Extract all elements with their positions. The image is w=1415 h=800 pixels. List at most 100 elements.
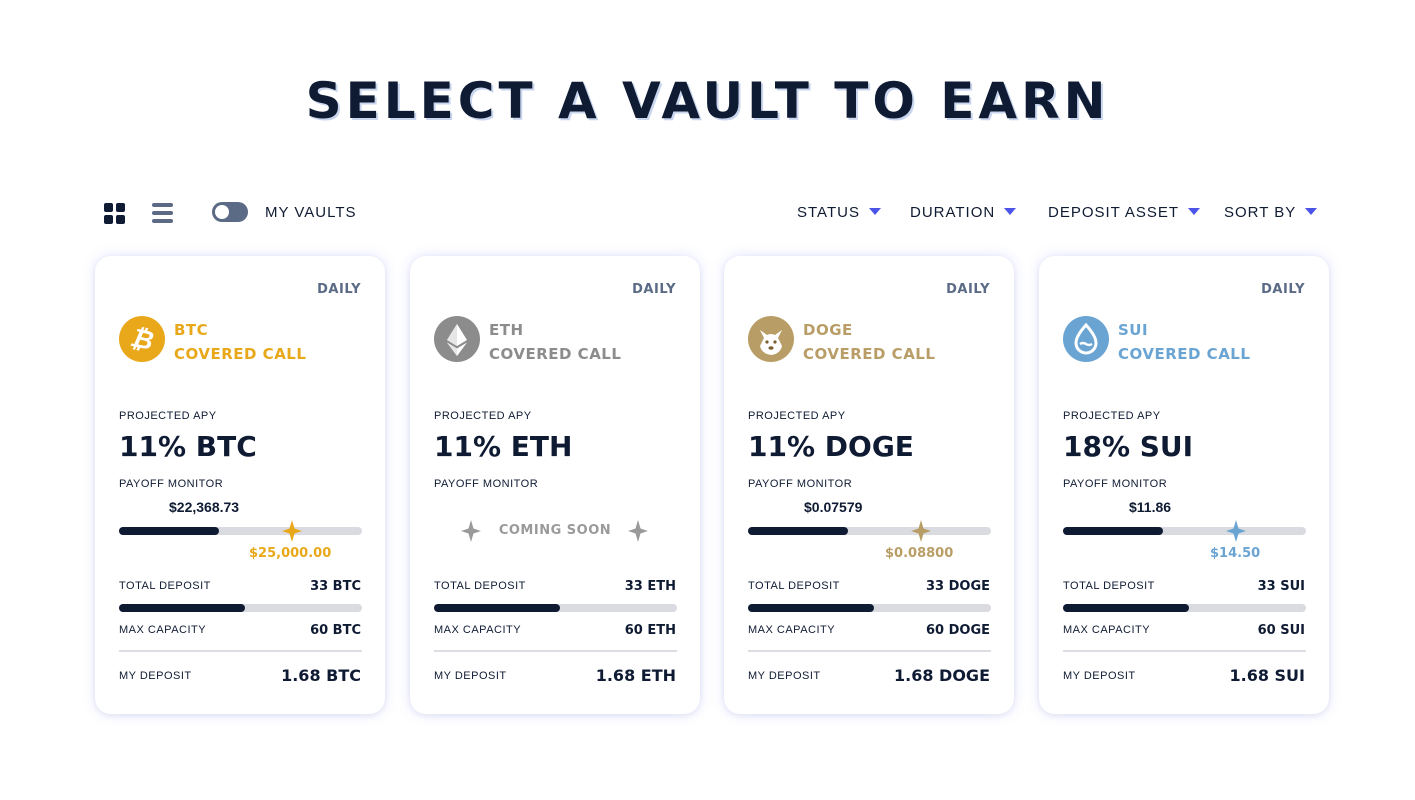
deposit-asset-filter-dropdown[interactable]: DEPOSIT ASSET bbox=[1048, 204, 1201, 221]
status-filter-dropdown[interactable]: STATUS bbox=[797, 204, 881, 221]
duration-badge: DAILY bbox=[317, 282, 361, 297]
my-deposit-value: 1.68 SUI bbox=[1229, 666, 1305, 685]
duration-filter-dropdown[interactable]: DURATION bbox=[910, 204, 1017, 221]
max-capacity-label: MAX CAPACITY bbox=[434, 624, 522, 636]
payoff-bar-fill bbox=[119, 527, 219, 535]
vault-strategy: COVERED CALL bbox=[489, 345, 622, 363]
vault-card-btc[interactable]: DAILY ₿ BTC COVERED CALL PROJECTED APY 1… bbox=[95, 256, 385, 714]
page-title: SELECT A VAULT TO EARN bbox=[305, 72, 1110, 130]
total-deposit-label: TOTAL DEPOSIT bbox=[748, 580, 840, 592]
payoff-monitor-label: PAYOFF MONITOR bbox=[748, 478, 853, 490]
chevron-down-icon bbox=[1305, 208, 1318, 215]
vault-asset: SUI bbox=[1118, 321, 1149, 339]
my-deposit-value: 1.68 BTC bbox=[281, 666, 361, 685]
vault-name: BTC COVERED CALL bbox=[174, 318, 306, 366]
projected-apy-label: PROJECTED APY bbox=[748, 410, 846, 422]
divider bbox=[434, 650, 677, 652]
sparkle-icon bbox=[628, 520, 648, 542]
duration-badge: DAILY bbox=[632, 282, 676, 297]
payoff-monitor-label: PAYOFF MONITOR bbox=[434, 478, 539, 490]
chevron-down-icon bbox=[868, 208, 881, 215]
max-capacity-value: 60 SUI bbox=[1257, 623, 1305, 638]
divider bbox=[748, 650, 991, 652]
duration-badge: DAILY bbox=[1261, 282, 1305, 297]
coming-soon-label: COMING SOON bbox=[498, 523, 612, 538]
vault-strategy: COVERED CALL bbox=[803, 345, 936, 363]
duration-filter-label: DURATION bbox=[910, 204, 996, 221]
max-capacity-value: 60 DOGE bbox=[925, 623, 990, 638]
vault-name: ETH COVERED CALL bbox=[489, 318, 621, 366]
my-deposit-value: 1.68 DOGE bbox=[894, 666, 990, 685]
vault-strategy: COVERED CALL bbox=[174, 345, 307, 363]
projected-apy-value: 11% BTC bbox=[119, 430, 257, 463]
sui-icon bbox=[1063, 316, 1109, 362]
divider bbox=[1063, 650, 1306, 652]
deposit-bar bbox=[434, 604, 677, 612]
projected-apy-value: 11% ETH bbox=[434, 430, 573, 463]
chevron-down-icon bbox=[1188, 208, 1201, 215]
deposit-bar-fill bbox=[119, 604, 246, 612]
duration-badge: DAILY bbox=[946, 282, 990, 297]
my-deposit-value: 1.68 ETH bbox=[595, 666, 676, 685]
grid-view-icon[interactable] bbox=[104, 203, 125, 224]
sort-by-dropdown[interactable]: SORT BY bbox=[1224, 204, 1318, 221]
max-capacity-value: 60 BTC bbox=[310, 623, 361, 638]
strike-star-icon bbox=[910, 520, 931, 542]
my-vaults-label: MY VAULTS bbox=[265, 204, 357, 221]
my-deposit-label: MY DEPOSIT bbox=[434, 670, 507, 682]
current-price: $11.86 bbox=[1129, 499, 1172, 515]
toggle-knob bbox=[215, 205, 229, 219]
my-vaults-toggle[interactable] bbox=[212, 202, 248, 222]
deposit-bar-fill bbox=[434, 604, 561, 612]
my-deposit-label: MY DEPOSIT bbox=[1063, 670, 1136, 682]
projected-apy-value: 18% SUI bbox=[1063, 430, 1194, 463]
vault-asset: DOGE bbox=[803, 321, 853, 339]
payoff-bar-fill bbox=[1063, 527, 1163, 535]
vault-asset: BTC bbox=[174, 321, 209, 339]
total-deposit-label: TOTAL DEPOSIT bbox=[119, 580, 211, 592]
vault-strategy: COVERED CALL bbox=[1118, 345, 1251, 363]
status-filter-label: STATUS bbox=[797, 204, 860, 221]
projected-apy-label: PROJECTED APY bbox=[119, 410, 217, 422]
vault-card-doge[interactable]: DAILY DOGE COVERED CALL PROJECTED APY 11… bbox=[724, 256, 1014, 714]
deposit-bar bbox=[748, 604, 991, 612]
vault-name: SUI COVERED CALL bbox=[1118, 318, 1250, 366]
payoff-monitor-label: PAYOFF MONITOR bbox=[119, 478, 224, 490]
chevron-down-icon bbox=[1004, 208, 1017, 215]
total-deposit-value: 33 ETH bbox=[624, 579, 676, 594]
deposit-bar bbox=[1063, 604, 1306, 612]
vault-card-sui[interactable]: DAILY SUI COVERED CALL PROJECTED APY 18%… bbox=[1039, 256, 1329, 714]
max-capacity-label: MAX CAPACITY bbox=[119, 624, 207, 636]
strike-price: $0.08800 bbox=[885, 546, 954, 561]
deposit-bar-fill bbox=[748, 604, 875, 612]
list-view-icon[interactable] bbox=[152, 203, 173, 223]
current-price: $22,368.73 bbox=[169, 499, 240, 515]
ethereum-icon bbox=[434, 316, 480, 362]
total-deposit-value: 33 BTC bbox=[310, 579, 361, 594]
vault-name: DOGE COVERED CALL bbox=[803, 318, 935, 366]
my-deposit-label: MY DEPOSIT bbox=[119, 670, 192, 682]
payoff-bar bbox=[119, 520, 362, 542]
max-capacity-value: 60 ETH bbox=[624, 623, 676, 638]
doge-icon bbox=[748, 316, 794, 362]
strike-star-icon bbox=[281, 520, 302, 542]
my-deposit-label: MY DEPOSIT bbox=[748, 670, 821, 682]
payoff-bar-fill bbox=[748, 527, 848, 535]
strike-star-icon bbox=[1225, 520, 1246, 542]
projected-apy-label: PROJECTED APY bbox=[434, 410, 532, 422]
deposit-asset-filter-label: DEPOSIT ASSET bbox=[1048, 204, 1180, 221]
total-deposit-value: 33 SUI bbox=[1257, 579, 1305, 594]
svg-text:₿: ₿ bbox=[128, 323, 157, 357]
total-deposit-label: TOTAL DEPOSIT bbox=[1063, 580, 1155, 592]
max-capacity-label: MAX CAPACITY bbox=[748, 624, 836, 636]
strike-price: $14.50 bbox=[1210, 546, 1261, 561]
strike-price: $25,000.00 bbox=[249, 546, 332, 561]
max-capacity-label: MAX CAPACITY bbox=[1063, 624, 1151, 636]
deposit-bar bbox=[119, 604, 362, 612]
payoff-bar bbox=[748, 520, 991, 542]
projected-apy-value: 11% DOGE bbox=[748, 430, 914, 463]
divider bbox=[119, 650, 362, 652]
vault-card-eth[interactable]: DAILY ETH COVERED CALL PROJECTED APY 11%… bbox=[410, 256, 700, 714]
payoff-monitor-label: PAYOFF MONITOR bbox=[1063, 478, 1168, 490]
current-price: $0.07579 bbox=[804, 499, 863, 515]
